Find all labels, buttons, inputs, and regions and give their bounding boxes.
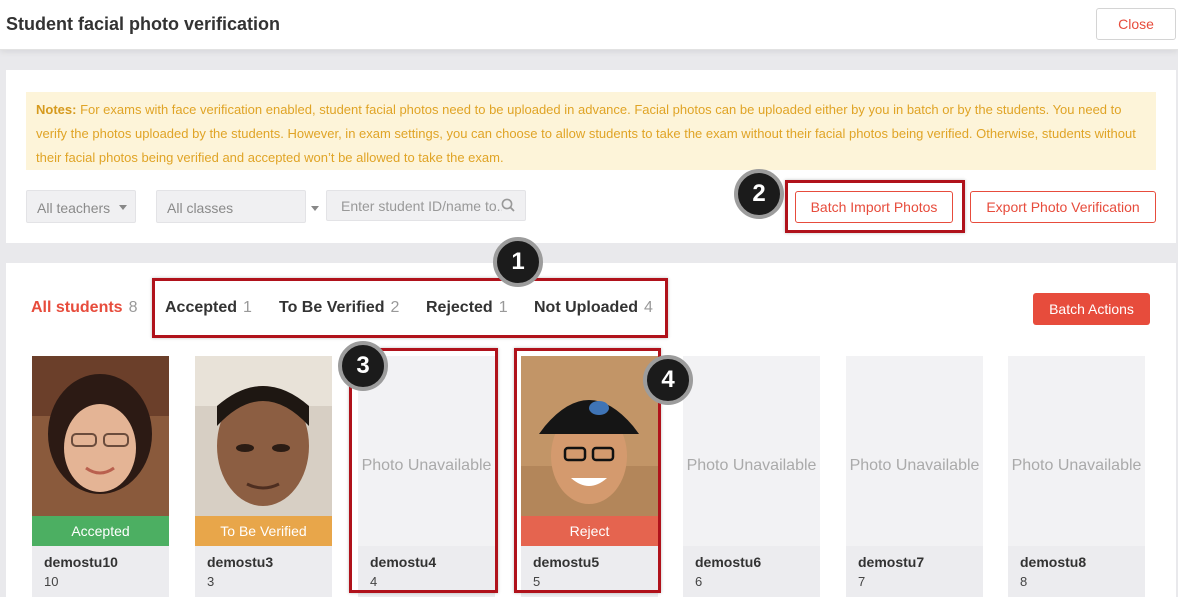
callout-badge: 1	[493, 237, 543, 287]
tab-count: 8	[128, 299, 138, 316]
tab-count: 2	[390, 299, 400, 316]
tab-label: Accepted	[165, 299, 238, 316]
student-name: demostu4	[370, 554, 437, 570]
teacher-filter-dropdown[interactable]: All teachers	[26, 190, 136, 223]
header-bar: Student facial photo verification Close	[0, 0, 1178, 50]
callout-badge: 2	[734, 169, 784, 219]
student-id: 10	[44, 574, 59, 589]
chevron-down-icon[interactable]	[311, 206, 319, 211]
student-id: 6	[695, 574, 703, 589]
student-card[interactable]: Photo Unavailable demostu8 8	[1008, 356, 1145, 597]
student-card[interactable]: To Be Verified demostu3 3	[195, 356, 332, 597]
tab-label: Not Uploaded	[534, 299, 638, 316]
student-name: demostu6	[695, 554, 762, 570]
class-filter-dropdown[interactable]: All classes	[156, 190, 306, 223]
student-card[interactable]: Accepted demostu10 10	[32, 356, 169, 597]
tab-not-uploaded[interactable]: Not Uploaded 4	[534, 299, 653, 317]
teacher-filter-value: All teachers	[37, 200, 111, 216]
student-name: demostu10	[44, 554, 118, 570]
tab-count: 1	[243, 299, 252, 316]
student-card[interactable]: Reject demostu5 5	[521, 356, 658, 597]
search-box	[326, 190, 526, 221]
photo-unavailable-text: Photo Unavailable	[1011, 457, 1142, 474]
status-badge[interactable]: Reject	[521, 516, 658, 546]
batch-actions-button[interactable]: Batch Actions	[1033, 293, 1150, 325]
tab-all-students[interactable]: All students 8	[31, 299, 137, 317]
search-input[interactable]	[327, 191, 502, 220]
student-id: 8	[1020, 574, 1028, 589]
notes-box: Notes: For exams with face verification …	[26, 92, 1156, 170]
notes-label: Notes:	[36, 102, 77, 117]
student-card[interactable]: Photo Unavailable demostu4 4	[358, 356, 495, 597]
student-id: 3	[207, 574, 215, 589]
tab-count: 4	[644, 299, 653, 316]
photo-unavailable-text: Photo Unavailable	[849, 457, 980, 474]
student-card[interactable]: Photo Unavailable demostu6 6	[683, 356, 820, 597]
student-id: 4	[370, 574, 378, 589]
students-panel: All students 8 Accepted 1 To Be Verified 2 …	[6, 263, 1176, 597]
tab-rejected[interactable]: Rejected 1	[426, 299, 508, 317]
student-name: demostu5	[533, 554, 600, 570]
student-id: 7	[858, 574, 866, 589]
callout-badge: 3	[338, 341, 388, 391]
close-button[interactable]: Close	[1096, 8, 1176, 40]
export-photo-verification-button[interactable]: Export Photo Verification	[970, 191, 1156, 223]
photo-unavailable-text: Photo Unavailable	[686, 457, 817, 474]
tab-label: To Be Verified	[279, 299, 385, 316]
batch-import-photos-button[interactable]: Batch Import Photos	[795, 191, 953, 223]
tab-count: 1	[498, 299, 508, 316]
photo-unavailable-text: Photo Unavailable	[361, 457, 492, 474]
student-photo-placeholder[interactable]: Photo Unavailable	[1008, 356, 1145, 546]
filter-panel: Notes: For exams with face verification …	[6, 70, 1176, 243]
student-name: demostu7	[858, 554, 925, 570]
student-photo-placeholder[interactable]: Photo Unavailable	[846, 356, 983, 546]
student-id: 5	[533, 574, 541, 589]
callout-badge: 4	[643, 355, 693, 405]
page-title: Student facial photo verification	[6, 14, 281, 34]
chevron-down-icon	[119, 205, 127, 210]
class-filter-value: All classes	[167, 200, 234, 216]
notes-text: For exams with face verification enabled…	[36, 102, 1136, 165]
tab-label: Rejected	[426, 299, 493, 316]
status-badge: To Be Verified	[195, 516, 332, 546]
tab-to-be-verified[interactable]: To Be Verified 2	[279, 299, 399, 317]
search-icon[interactable]	[501, 198, 515, 212]
tab-accepted[interactable]: Accepted 1	[165, 299, 252, 317]
status-badge: Accepted	[32, 516, 169, 546]
student-photo-placeholder[interactable]: Photo Unavailable	[683, 356, 820, 546]
tab-label: All students	[31, 299, 123, 316]
student-name: demostu3	[207, 554, 274, 570]
student-card[interactable]: Photo Unavailable demostu7 7	[846, 356, 983, 597]
student-name: demostu8	[1020, 554, 1087, 570]
